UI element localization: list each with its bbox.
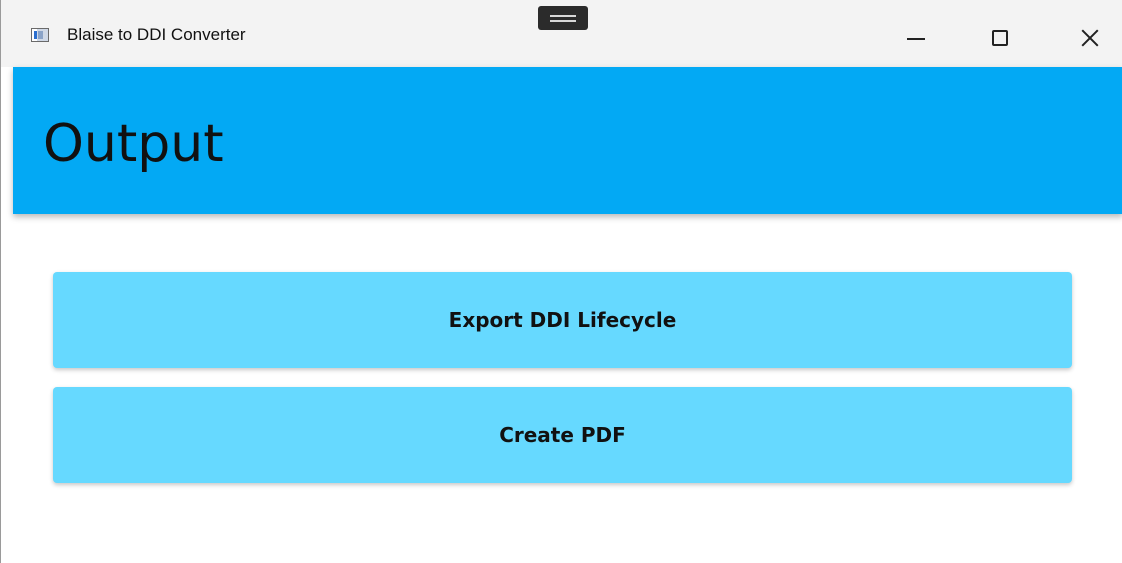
minimize-button[interactable]: [883, 4, 949, 64]
create-pdf-button[interactable]: Create PDF: [53, 387, 1072, 483]
app-window-icon: [31, 28, 49, 42]
minimize-icon: [907, 38, 925, 40]
export-ddi-lifecycle-button[interactable]: Export DDI Lifecycle: [53, 272, 1072, 368]
window-title: Blaise to DDI Converter: [67, 25, 246, 44]
page-header: Output: [13, 67, 1122, 214]
close-icon: [1081, 29, 1099, 47]
maximize-button[interactable]: [967, 4, 1033, 64]
app-window: Blaise to DDI Converter Output Export DD…: [0, 0, 1122, 563]
drag-handle-icon[interactable]: [538, 6, 588, 30]
create-pdf-button-label: Create PDF: [499, 423, 626, 447]
close-button[interactable]: [1057, 4, 1122, 64]
page-title: Output: [43, 114, 224, 174]
export-button-label: Export DDI Lifecycle: [448, 308, 677, 332]
maximize-icon: [992, 30, 1008, 46]
title-bar[interactable]: Blaise to DDI Converter: [1, 0, 1122, 67]
